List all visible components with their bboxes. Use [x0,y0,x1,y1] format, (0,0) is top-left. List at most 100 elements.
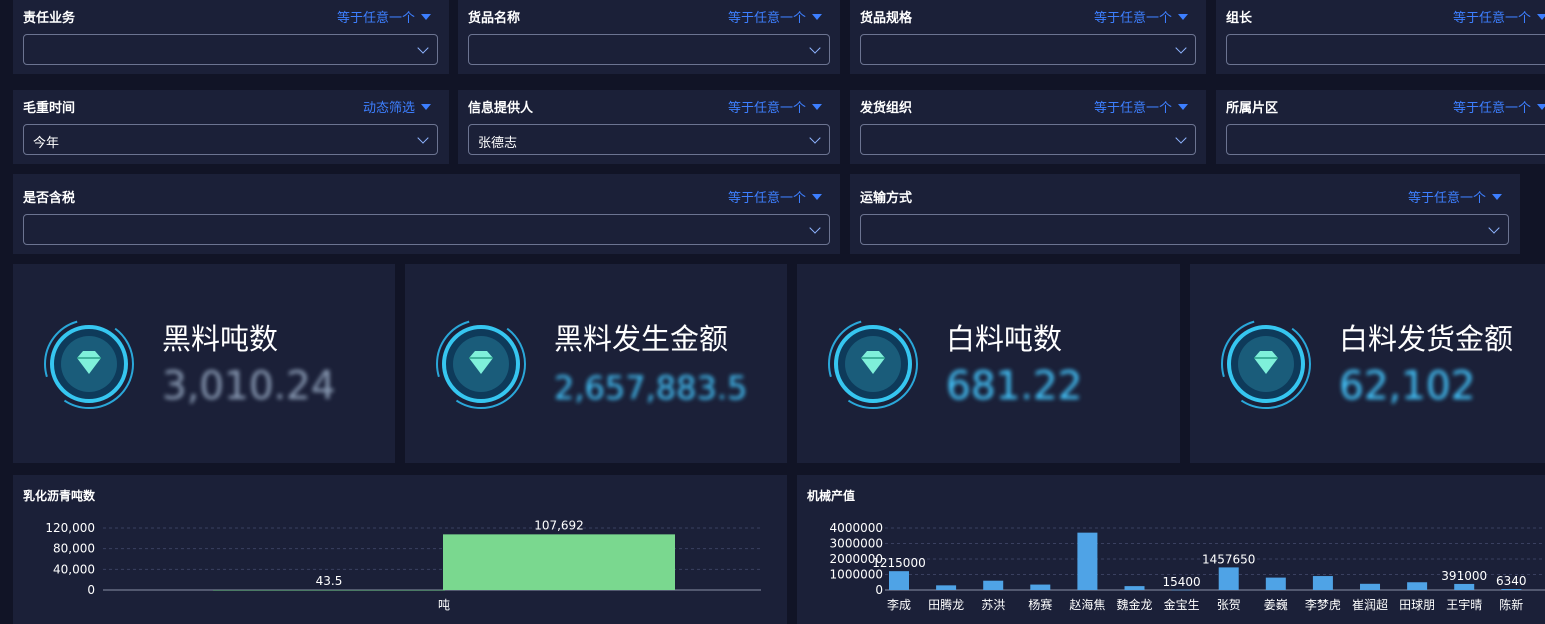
bar [213,589,445,591]
bar [936,585,957,590]
filter-label: 组长 [1226,11,1253,26]
diamond-icon [436,319,526,409]
caret-down-icon [421,14,431,20]
filter-select[interactable]: 今年 [23,124,438,155]
filter-value: 今年 [33,136,60,151]
y-tick-label: 0 [875,583,883,597]
filter-mode-dropdown[interactable]: 等于任意一个 [1094,7,1188,26]
filter-label: 是否含税 [23,191,76,206]
filter-select[interactable] [1226,124,1545,155]
x-tick-label: 王宇晴 [1446,598,1482,612]
y-tick-label: 0 [87,583,95,597]
kpi-card-black-material-amount: 黑料发生金额 2,657,883.5 [405,264,787,463]
bar [1312,576,1333,590]
kpi-card-white-material-shipping-amount: 白料发货金额 62,102 [1190,264,1545,463]
chevron-down-icon [809,132,821,144]
filter-label: 责任业务 [23,11,76,26]
chevron-down-icon [1175,132,1187,144]
bar [1454,583,1475,590]
filter-gross-weight-time: 毛重时间 动态筛选 今年 [13,90,449,164]
filter-shipping-org: 发货组织 等于任意一个 [850,90,1206,164]
chart-title: 乳化沥青吨数 [23,489,96,503]
x-tick-label: 吨 [438,598,450,612]
filter-mode-dropdown[interactable]: 等于任意一个 [1453,7,1545,26]
x-tick-label: 魏金龙 [1116,597,1152,612]
caret-down-icon [1178,14,1188,20]
diamond-icon [1221,319,1311,409]
bar [1171,589,1192,591]
bar [889,571,909,590]
chevron-down-icon [417,42,429,54]
chevron-down-icon [809,222,821,234]
chevron-down-icon [809,42,821,54]
filter-region: 所属片区 等于任意一个 [1216,90,1545,164]
filter-tax-included: 是否含税 等于任意一个 [13,174,840,254]
caret-down-icon [1492,194,1502,200]
x-tick-label: 李梦虎 [1305,597,1341,612]
chart-panel-machinery-output: 4000000 3000000 2000000 1000000 0 1215000 李成 田腾… [797,475,1545,624]
filter-label: 运输方式 [860,191,913,206]
data-label: 15400 [1163,575,1201,589]
x-tick-label: 苏洪 [981,598,1005,612]
filter-select[interactable] [860,34,1196,65]
y-tick-label: 4000000 [830,521,883,535]
filter-label: 所属片区 [1226,101,1279,116]
chevron-down-icon [1175,42,1187,54]
bar [983,580,1004,590]
filter-goods-spec: 货品规格 等于任意一个 [850,0,1206,74]
data-label: 1457650 [1202,552,1255,566]
filter-mode-dropdown[interactable]: 等于任意一个 [337,7,431,26]
filter-select[interactable]: 张德志 [468,124,830,155]
x-tick-label: 姜巍 [1264,598,1288,612]
filter-select[interactable] [23,214,830,245]
kpi-title: 黑料发生金额 [554,322,729,356]
filter-responsibility-business: 责任业务 等于任意一个 [13,0,449,74]
chart-emulsified-asphalt-tons: 120,000 80,000 40,000 0 43.5 107,692 吨 [45,518,761,612]
bar [1360,583,1381,590]
filter-goods-name: 货品名称 等于任意一个 [458,0,840,74]
data-label: 43.5 [316,574,343,588]
filter-select[interactable] [23,34,438,65]
chart-title: 机械产值 [807,489,856,503]
diamond-icon [828,319,918,409]
x-tick-label: 崔润超 [1352,597,1388,612]
chart-machinery-output-value: 400000030000002000000100000001215000李成 田腾… [830,521,1545,612]
caret-down-icon [812,14,822,20]
kpi-value: 681.22 [946,364,1083,409]
chevron-down-icon [417,132,429,144]
y-tick-label: 80,000 [53,542,95,556]
x-tick-label: 杨赛 [1028,597,1052,612]
filter-label: 信息提供人 [468,101,534,116]
filter-select[interactable] [860,214,1509,245]
bar [1218,567,1239,590]
kpi-card-white-material-tons: 白料吨数 681.22 [797,264,1180,463]
filter-team-leader: 组长 等于任意一个 [1216,0,1545,74]
kpi-value: 62,102 [1339,364,1476,409]
filter-select[interactable] [468,34,830,65]
filter-mode-dropdown[interactable]: 等于任意一个 [728,187,822,206]
caret-down-icon [1537,104,1545,110]
data-label: 391000 [1441,569,1487,583]
x-tick-label: 李成 [887,597,911,612]
caret-down-icon [1178,104,1188,110]
kpi-title: 白料发货金额 [1339,322,1514,356]
filter-select[interactable] [860,124,1196,155]
caret-down-icon [1537,14,1545,20]
filter-mode-dropdown[interactable]: 等于任意一个 [1453,97,1545,116]
bar [443,534,675,590]
filter-label: 货品名称 [468,11,521,26]
bar [1124,586,1145,590]
bar [1030,584,1051,590]
filter-select[interactable] [1226,34,1545,65]
kpi-value: 3,010.24 [162,364,336,409]
filter-mode-dropdown[interactable]: 动态筛选 [363,97,431,116]
filter-mode-dropdown[interactable]: 等于任意一个 [728,97,822,116]
filter-mode-dropdown[interactable]: 等于任意一个 [1094,97,1188,116]
chevron-down-icon [1488,222,1500,234]
y-tick-label: 3000000 [830,537,883,551]
chart-panel-emulsified-asphalt: 120,000 80,000 40,000 0 43.5 107,692 吨 乳化沥青吨数 [13,475,787,624]
filter-mode-dropdown[interactable]: 等于任意一个 [1408,187,1502,206]
filter-mode-dropdown[interactable]: 等于任意一个 [728,7,822,26]
diamond-icon [44,319,134,409]
data-label: 6340 [1496,574,1527,588]
